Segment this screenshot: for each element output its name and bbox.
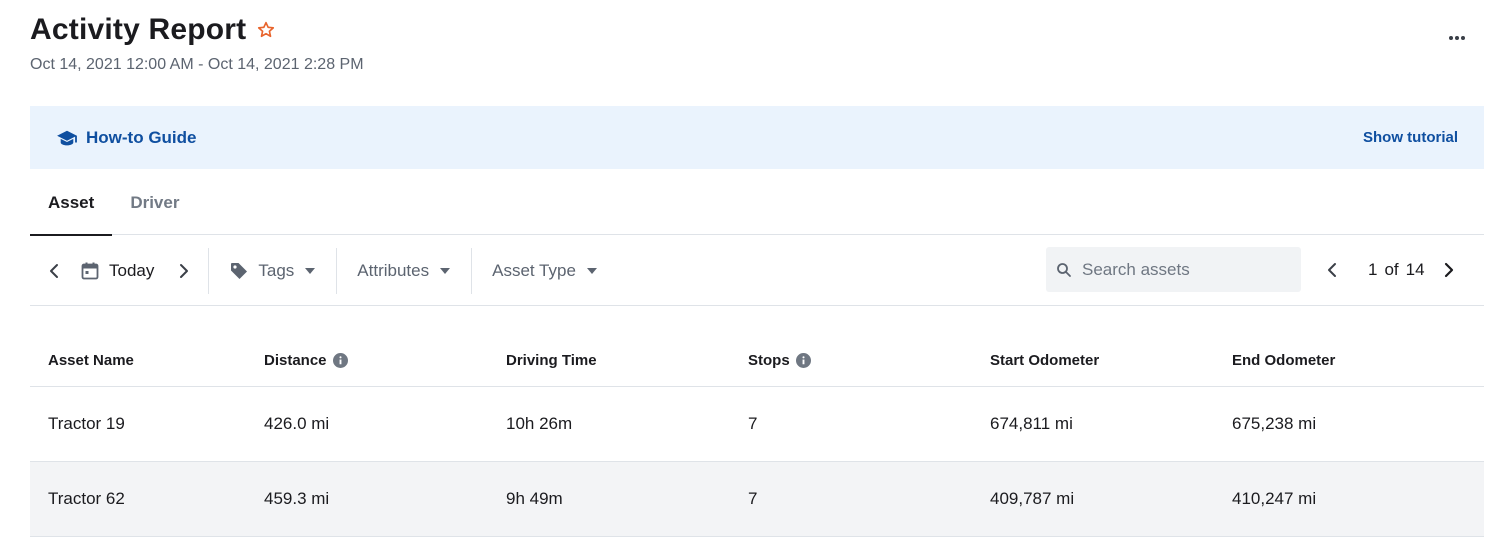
column-header-asset-name[interactable]: Asset Name — [30, 352, 264, 369]
search-box — [1046, 247, 1301, 292]
tags-filter[interactable]: Tags — [209, 248, 336, 294]
search-input[interactable] — [1082, 259, 1282, 280]
attributes-filter[interactable]: Attributes — [337, 248, 471, 294]
graduation-cap-icon — [56, 127, 78, 149]
tab-driver[interactable]: Driver — [112, 170, 197, 235]
cell-stops: 7 — [748, 489, 758, 508]
column-header-label: Stops — [748, 351, 790, 369]
report-tabs: Asset Driver — [30, 170, 1484, 236]
how-to-guide-banner: How-to Guide Show tutorial — [30, 106, 1484, 169]
table-header: Asset Name Distance Driving Time Stops S… — [30, 334, 1484, 387]
asset-type-filter-label: Asset Type — [492, 260, 576, 280]
cell-end-odometer: 410,247 mi — [1232, 489, 1317, 508]
cell-distance: 459.3 mi — [264, 489, 330, 508]
cell-asset-name: Tractor 62 — [48, 489, 125, 508]
chevron-left-icon[interactable] — [40, 257, 68, 285]
page-of-label: of — [1384, 260, 1399, 279]
column-header-stops[interactable]: Stops — [748, 352, 990, 369]
attributes-filter-label: Attributes — [357, 260, 430, 280]
cell-stops: 7 — [748, 414, 758, 433]
activity-table: Asset Name Distance Driving Time Stops S… — [30, 334, 1484, 537]
column-header-start-odometer[interactable]: Start Odometer — [990, 352, 1232, 369]
date-picker-group: Today — [30, 248, 198, 294]
column-header-label: Start Odometer — [990, 351, 1100, 369]
column-header-distance[interactable]: Distance — [264, 352, 506, 369]
column-header-label: Asset Name — [48, 351, 134, 369]
title-row: Activity Report — [30, 12, 1470, 48]
filter-toolbar: Today Tags Attributes Asset Type Search … — [30, 236, 1484, 306]
table-row[interactable]: Tractor 19 426.0 mi 10h 26m 7 674,811 mi… — [30, 387, 1484, 462]
tag-icon — [229, 261, 249, 281]
chevron-left-icon[interactable] — [1318, 256, 1346, 284]
report-header: Activity Report Oct 14, 2021 12:00 AM - … — [30, 12, 1470, 84]
show-tutorial-link[interactable]: Show tutorial — [1363, 129, 1458, 146]
column-header-end-odometer[interactable]: End Odometer — [1232, 352, 1472, 369]
search-icon — [1056, 262, 1072, 278]
caret-down-icon — [439, 267, 451, 275]
column-header-driving-time[interactable]: Driving Time — [506, 352, 748, 369]
calendar-icon — [80, 261, 100, 281]
chevron-right-icon[interactable] — [170, 257, 198, 285]
tags-filter-label: Tags — [258, 260, 295, 280]
more-horizontal-icon[interactable] — [1444, 30, 1470, 46]
column-header-label: Distance — [264, 351, 327, 369]
cell-driving-time: 10h 26m — [506, 414, 573, 433]
date-selector[interactable]: Today — [80, 261, 154, 281]
info-icon[interactable] — [795, 352, 811, 368]
date-range: Oct 14, 2021 12:00 AM - Oct 14, 2021 2:2… — [30, 56, 364, 73]
current-page: 1 — [1368, 260, 1378, 279]
column-header-label: Driving Time — [506, 351, 597, 369]
info-icon[interactable] — [332, 352, 348, 368]
total-pages: 14 — [1405, 260, 1425, 279]
caret-down-icon — [304, 267, 316, 275]
column-header-label: End Odometer — [1232, 351, 1336, 369]
tab-asset[interactable]: Asset — [30, 170, 113, 236]
cell-asset-name: Tractor 19 — [48, 414, 125, 433]
pagination: 1 of 14 — [1318, 254, 1463, 286]
star-outline-icon[interactable] — [256, 20, 276, 40]
date-label: Today — [109, 260, 155, 280]
cell-start-odometer: 409,787 mi — [990, 489, 1075, 508]
asset-type-filter[interactable]: Asset Type — [472, 248, 618, 294]
chevron-right-icon[interactable] — [1435, 256, 1463, 284]
cell-start-odometer: 674,811 mi — [990, 414, 1073, 433]
page-title: Activity Report — [30, 13, 247, 46]
how-to-guide-label[interactable]: How-to Guide — [86, 128, 196, 148]
cell-distance: 426.0 mi — [264, 414, 330, 433]
caret-down-icon — [586, 267, 598, 275]
table-row[interactable]: Tractor 62 459.3 mi 9h 49m 7 409,787 mi … — [30, 462, 1484, 537]
cell-driving-time: 9h 49m — [506, 489, 563, 508]
cell-end-odometer: 675,238 mi — [1232, 414, 1317, 433]
